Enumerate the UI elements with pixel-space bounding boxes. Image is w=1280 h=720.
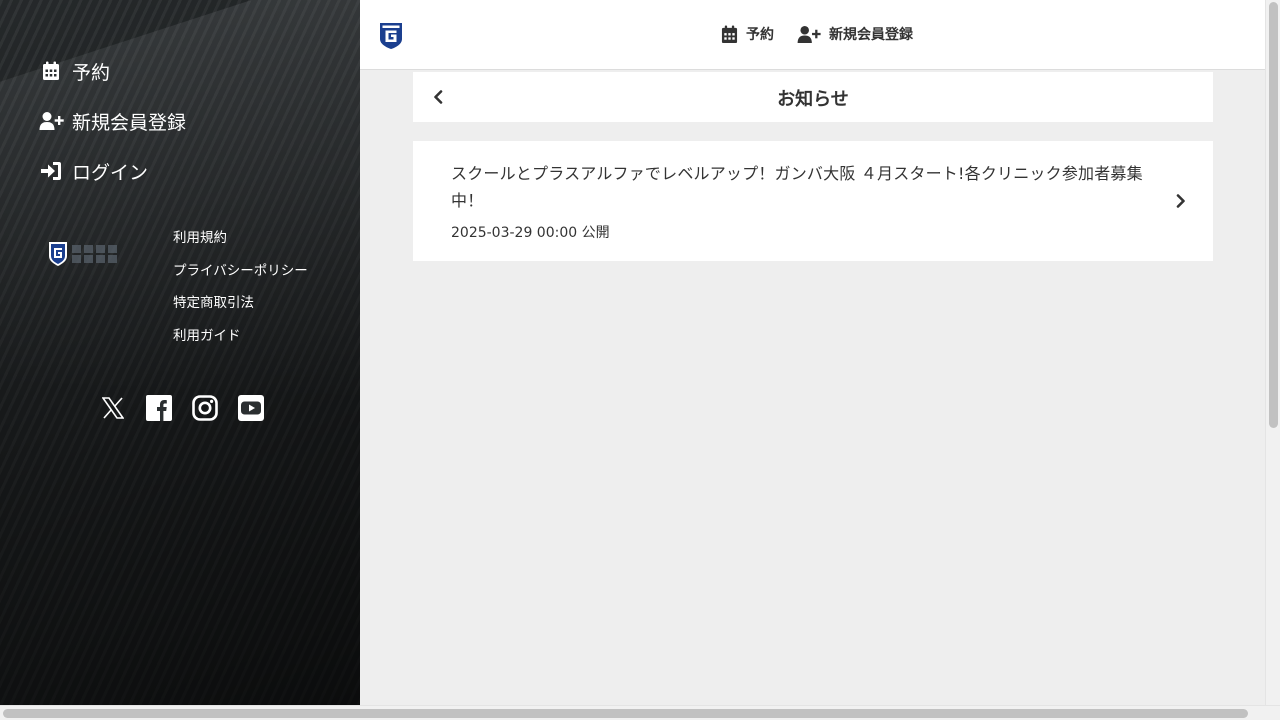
privacy-policy-link[interactable]: プライバシーポリシー [173, 261, 308, 294]
page-title: お知らせ [777, 89, 849, 110]
user-guide-link[interactable]: 利用ガイド [173, 326, 308, 359]
gamba-emblem-icon [49, 242, 67, 266]
vertical-scrollbar-thumb[interactable] [1269, 2, 1278, 428]
header-item-label: 新規会員登録 [829, 27, 913, 43]
sidebar-item-reservation[interactable]: 予約 [38, 46, 186, 96]
sidebar-nav: 予約 新規会員登録 ログイン [38, 46, 186, 196]
header-nav: 予約 新規会員登録 [721, 24, 936, 44]
calendar-icon [38, 60, 64, 82]
social-links [100, 395, 264, 421]
horizontal-scrollbar-thumb[interactable] [3, 709, 1248, 718]
sidebar-item-login[interactable]: ログイン [38, 146, 186, 196]
top-header: 予約 新規会員登録 [360, 0, 1265, 70]
sidebar-item-label: 新規会員登録 [72, 111, 187, 134]
header-item-label: 予約 [746, 27, 774, 43]
header-item-register[interactable]: 新規会員登録 [797, 24, 913, 44]
terms-link[interactable]: 利用規約 [173, 228, 308, 261]
sidebar-item-label: ログイン [72, 161, 149, 184]
horizontal-scrollbar[interactable] [0, 705, 1280, 720]
sidebar-item-label: 予約 [72, 61, 111, 84]
sidebar-item-register[interactable]: 新規会員登録 [38, 96, 186, 146]
youtube-icon[interactable] [238, 395, 264, 421]
news-headline: スクールとプラスアルファでレベルアップ！ガンバ大阪 ４月スタート!各クリニック参… [451, 164, 1143, 210]
x-icon[interactable] [100, 395, 126, 421]
calendar-icon [721, 25, 738, 44]
sidebar: 予約 新規会員登録 ログイン 利用規約 プライバシーポリシー 特定商取引法 利用… [0, 0, 360, 705]
sign-in-icon [38, 160, 64, 182]
user-plus-icon [38, 110, 64, 132]
facebook-icon[interactable] [146, 395, 172, 421]
news-list-item[interactable]: スクールとプラスアルファでレベルアップ！ガンバ大阪 ４月スタート!各クリニック参… [413, 141, 1213, 261]
vertical-scrollbar[interactable] [1265, 0, 1280, 705]
commercial-law-link[interactable]: 特定商取引法 [173, 293, 308, 326]
chevron-right-icon [1173, 191, 1189, 211]
club-wordmark [72, 245, 120, 263]
footer-links: 利用規約 プライバシーポリシー 特定商取引法 利用ガイド [173, 228, 308, 358]
instagram-icon[interactable] [192, 395, 218, 421]
news-published-date: 2025-03-29 00:00 公開 [451, 225, 610, 241]
header-item-reservation[interactable]: 予約 [721, 24, 774, 44]
user-plus-icon [797, 25, 821, 44]
page-title-bar: お知らせ [413, 72, 1213, 122]
gamba-logo-icon[interactable] [379, 22, 403, 50]
club-logo [48, 240, 124, 268]
